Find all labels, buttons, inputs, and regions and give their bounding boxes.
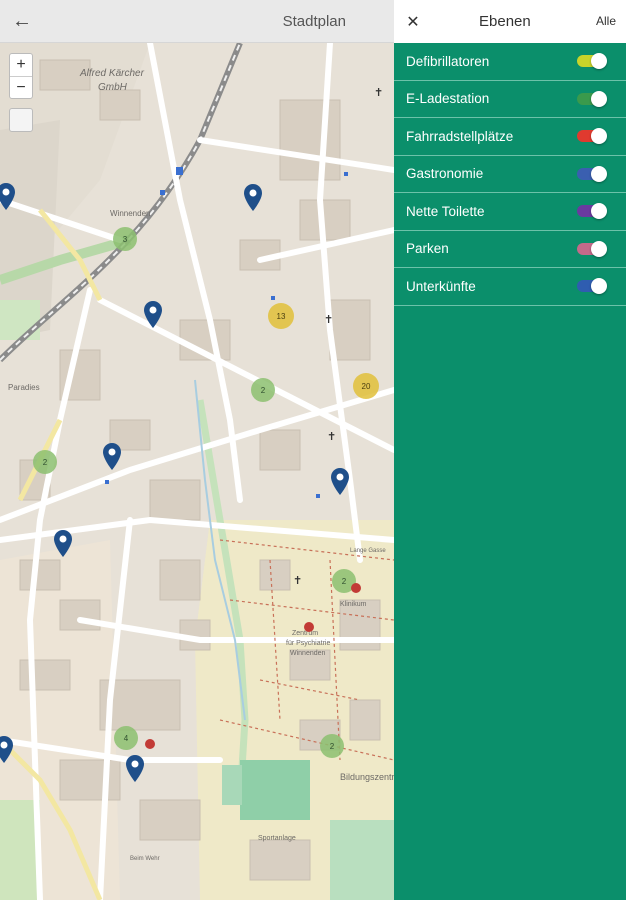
- svg-text:✝: ✝: [293, 575, 302, 587]
- zoom-control: + −: [9, 53, 33, 99]
- layer-row[interactable]: Fahrradstellplätze: [394, 118, 626, 156]
- cluster-count: 4: [124, 734, 129, 743]
- map-label: Bildungszentrum: [340, 772, 394, 782]
- map-label: Sportanlage: [258, 835, 296, 842]
- map-canvas[interactable]: Alfred Kärcher GmbH Winnenden Paradies Z…: [0, 43, 394, 900]
- layer-row[interactable]: Defibrillatoren: [394, 43, 626, 81]
- toggle-knob: [591, 240, 607, 257]
- layer-toggle[interactable]: [577, 128, 607, 145]
- map-label: Lange Gasse: [350, 548, 386, 554]
- layer-label: Nette Toilette: [406, 203, 485, 219]
- toggle-knob: [591, 203, 607, 220]
- layer-label: Defibrillatoren: [406, 53, 490, 69]
- cluster-marker[interactable]: 20: [353, 373, 379, 399]
- layer-switch-button[interactable]: [9, 108, 33, 132]
- map-label: Winnenden: [110, 209, 150, 218]
- map-label: Klinikum: [340, 601, 367, 608]
- layer-label: Fahrradstellplätze: [406, 128, 514, 144]
- layer-toggle[interactable]: [577, 240, 607, 257]
- toggle-knob: [591, 278, 607, 295]
- svg-text:✝: ✝: [327, 431, 336, 443]
- select-all-button[interactable]: Alle: [596, 14, 616, 28]
- map-panel: ← Stadtplan + − Alfred Kärcher GmbH Winn…: [0, 0, 394, 900]
- svg-text:✝: ✝: [324, 314, 333, 326]
- cluster-marker[interactable]: 4: [114, 726, 138, 750]
- cluster-marker[interactable]: 2: [33, 450, 57, 474]
- cluster-count: 20: [362, 382, 371, 391]
- layer-toggle[interactable]: [577, 53, 607, 70]
- map-label: Beim Wehr: [130, 856, 160, 862]
- layers-title: Ebenen: [479, 13, 531, 30]
- toggle-knob: [591, 128, 607, 145]
- zoom-out-button[interactable]: −: [10, 76, 32, 98]
- layer-row[interactable]: Nette Toilette: [394, 193, 626, 231]
- map-label: Paradies: [8, 383, 40, 392]
- cluster-count: 2: [342, 577, 347, 586]
- layer-toggle[interactable]: [577, 165, 607, 182]
- arrow-left-icon: ←: [12, 9, 32, 32]
- page-title: Stadtplan: [282, 13, 346, 30]
- layer-row[interactable]: Gastronomie: [394, 156, 626, 193]
- layer-toggle[interactable]: [577, 90, 607, 107]
- layer-row[interactable]: Parken: [394, 231, 626, 268]
- svg-text:✝: ✝: [374, 87, 383, 99]
- cluster-marker[interactable]: 2: [251, 378, 275, 402]
- layer-label: Gastronomie: [406, 166, 484, 182]
- zoom-in-button[interactable]: +: [10, 54, 32, 76]
- layer-list: Defibrillatoren E-Ladestation Fahrradstell…: [394, 43, 626, 306]
- cluster-count: 3: [123, 235, 128, 244]
- map-label: GmbH: [98, 82, 128, 93]
- map-label: Zentrum: [292, 630, 318, 637]
- map-label: für Psychiatrie: [286, 640, 330, 647]
- back-button[interactable]: ←: [0, 0, 44, 43]
- layer-toggle[interactable]: [577, 278, 607, 295]
- map-label: Alfred Kärcher: [79, 68, 145, 79]
- cluster-marker[interactable]: 2: [320, 734, 344, 758]
- layer-row[interactable]: E-Ladestation: [394, 81, 626, 118]
- cluster-count: 2: [261, 386, 266, 395]
- layer-label: Unterkünfte: [406, 278, 476, 294]
- cluster-count: 2: [330, 742, 335, 751]
- cluster-count: 2: [43, 458, 48, 467]
- toggle-knob: [591, 165, 607, 182]
- toggle-knob: [591, 90, 607, 107]
- layer-row[interactable]: Unterkünfte: [394, 268, 626, 306]
- close-button[interactable]: ✕: [394, 0, 432, 43]
- cluster-marker[interactable]: 3: [113, 227, 137, 251]
- layer-label: Parken: [406, 241, 449, 257]
- map-app-bar: ← Stadtplan: [0, 0, 394, 43]
- cluster-marker[interactable]: 13: [268, 303, 294, 329]
- layer-toggle[interactable]: [577, 203, 607, 220]
- close-icon: ✕: [406, 13, 420, 31]
- map-label: Winnenden: [290, 650, 326, 657]
- cluster-count: 13: [277, 312, 286, 321]
- layers-panel: ✕ Ebenen Alle Defibrillatoren E-Ladestati…: [394, 0, 626, 900]
- layer-label: E-Ladestation: [406, 91, 490, 107]
- toggle-knob: [591, 53, 607, 70]
- layers-header: ✕ Ebenen Alle: [394, 0, 626, 43]
